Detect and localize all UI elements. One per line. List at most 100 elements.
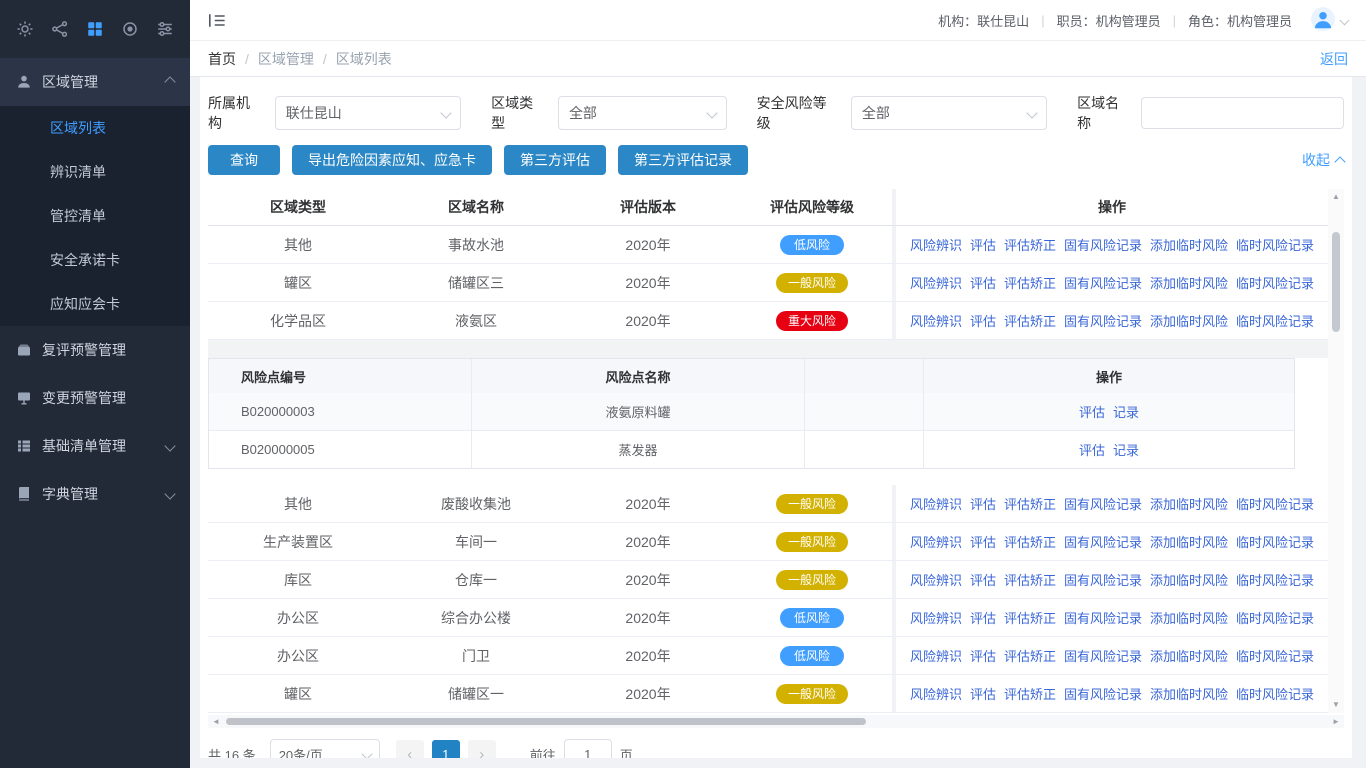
- operation-link[interactable]: 添加临时风险: [1150, 646, 1228, 665]
- goto-page-input[interactable]: [564, 739, 612, 758]
- next-page-button[interactable]: ›: [468, 740, 496, 758]
- operation-link[interactable]: 添加临时风险: [1150, 684, 1228, 703]
- operation-link[interactable]: 评估矫正: [1004, 311, 1056, 330]
- operation-link[interactable]: 固有风险记录: [1064, 646, 1142, 665]
- sidebar-subitem[interactable]: 应知应会卡: [0, 282, 190, 326]
- export-button[interactable]: 导出危险因素应知、应急卡: [292, 145, 492, 175]
- operation-link[interactable]: 添加临时风险: [1150, 273, 1228, 292]
- operation-link[interactable]: 评估: [970, 646, 996, 665]
- operation-link[interactable]: 评估矫正: [1004, 273, 1056, 292]
- operation-link[interactable]: 风险辨识: [910, 570, 962, 589]
- sidebar-item-0[interactable]: 区域管理: [0, 58, 190, 106]
- operation-link[interactable]: 评估矫正: [1004, 570, 1056, 589]
- operation-link[interactable]: 风险辨识: [910, 273, 962, 292]
- operation-link[interactable]: 添加临时风险: [1150, 311, 1228, 330]
- third-party-records-button[interactable]: 第三方评估记录: [618, 145, 748, 175]
- operation-link[interactable]: 固有风险记录: [1064, 494, 1142, 513]
- operation-link[interactable]: 风险辨识: [910, 311, 962, 330]
- sidebar-subitem[interactable]: 管控清单: [0, 194, 190, 238]
- breadcrumb-home[interactable]: 首页: [208, 49, 236, 69]
- operation-link[interactable]: 评估: [970, 532, 996, 551]
- operation-link[interactable]: 评估矫正: [1004, 608, 1056, 627]
- operation-link[interactable]: 评估: [1079, 440, 1105, 459]
- operation-link[interactable]: 评估: [970, 684, 996, 703]
- operation-link[interactable]: 评估矫正: [1004, 494, 1056, 513]
- operation-link[interactable]: 临时风险记录: [1236, 235, 1314, 254]
- scroll-right-arrow-icon[interactable]: ►: [1328, 717, 1344, 726]
- operation-link[interactable]: 固有风险记录: [1064, 684, 1142, 703]
- operation-link[interactable]: 临时风险记录: [1236, 273, 1314, 292]
- sidebar-subitem[interactable]: 辨识清单: [0, 150, 190, 194]
- scroll-left-arrow-icon[interactable]: ◄: [208, 717, 224, 726]
- operation-link[interactable]: 添加临时风险: [1150, 608, 1228, 627]
- sidebar-toggle-icon[interactable]: [208, 13, 226, 28]
- sidebar-item-4[interactable]: 字典管理: [0, 470, 190, 518]
- operation-link[interactable]: 评估: [970, 235, 996, 254]
- operation-link[interactable]: 固有风险记录: [1064, 608, 1142, 627]
- operation-link[interactable]: 评估: [970, 494, 996, 513]
- operation-link[interactable]: 添加临时风险: [1150, 235, 1228, 254]
- operation-link[interactable]: 添加临时风险: [1150, 532, 1228, 551]
- back-link[interactable]: 返回: [1320, 49, 1348, 69]
- operation-link[interactable]: 评估: [970, 570, 996, 589]
- target-icon[interactable]: [121, 20, 139, 38]
- scroll-up-arrow-icon[interactable]: ▲: [1332, 192, 1340, 202]
- sidebar-subitem[interactable]: 安全承诺卡: [0, 238, 190, 282]
- operation-link[interactable]: 固有风险记录: [1064, 570, 1142, 589]
- gear-icon[interactable]: [16, 20, 34, 38]
- user-menu[interactable]: [1310, 6, 1348, 35]
- operation-link[interactable]: 评估矫正: [1004, 684, 1056, 703]
- horizontal-scroll-track[interactable]: [224, 717, 1328, 726]
- operation-link[interactable]: 临时风险记录: [1236, 311, 1314, 330]
- operation-link[interactable]: 临时风险记录: [1236, 494, 1314, 513]
- query-button[interactable]: 查询: [208, 145, 280, 175]
- operation-link[interactable]: 风险辨识: [910, 608, 962, 627]
- operation-link[interactable]: 风险辨识: [910, 646, 962, 665]
- operation-link[interactable]: 记录: [1113, 440, 1139, 459]
- third-party-assess-button[interactable]: 第三方评估: [504, 145, 606, 175]
- operation-link[interactable]: 记录: [1113, 402, 1139, 421]
- sidebar-item-1[interactable]: 复评预警管理: [0, 326, 190, 374]
- operation-link[interactable]: 风险辨识: [910, 684, 962, 703]
- operation-link[interactable]: 风险辨识: [910, 235, 962, 254]
- current-page-button[interactable]: 1: [432, 740, 460, 758]
- operation-link[interactable]: 评估: [970, 608, 996, 627]
- operation-link[interactable]: 固有风险记录: [1064, 235, 1142, 254]
- operation-link[interactable]: 风险辨识: [910, 494, 962, 513]
- operation-link[interactable]: 固有风险记录: [1064, 273, 1142, 292]
- operation-link[interactable]: 固有风险记录: [1064, 311, 1142, 330]
- operation-link[interactable]: 临时风险记录: [1236, 684, 1314, 703]
- modules-grid-icon[interactable]: [86, 20, 104, 38]
- operation-link[interactable]: 临时风险记录: [1236, 608, 1314, 627]
- org-select[interactable]: 联仕昆山: [275, 96, 461, 130]
- region-name-input[interactable]: [1141, 97, 1344, 129]
- horizontal-scrollbar[interactable]: ◄ ►: [208, 715, 1344, 728]
- horizontal-scroll-thumb[interactable]: [226, 718, 866, 725]
- operation-link[interactable]: 评估: [970, 273, 996, 292]
- vertical-scrollbar[interactable]: ▲ ▼: [1328, 189, 1344, 713]
- operation-link[interactable]: 评估矫正: [1004, 532, 1056, 551]
- operation-link[interactable]: 临时风险记录: [1236, 570, 1314, 589]
- share-icon[interactable]: [51, 20, 69, 38]
- operation-link[interactable]: 固有风险记录: [1064, 532, 1142, 551]
- vertical-scroll-thumb[interactable]: [1332, 232, 1340, 332]
- scroll-down-arrow-icon[interactable]: ▼: [1332, 700, 1340, 710]
- operation-link[interactable]: 评估: [970, 311, 996, 330]
- operation-link[interactable]: 评估: [1079, 402, 1105, 421]
- risk-level-select[interactable]: 全部: [851, 96, 1047, 130]
- region-type-select[interactable]: 全部: [558, 96, 727, 130]
- sidebar-subitem[interactable]: 区域列表: [0, 106, 190, 150]
- collapse-filters-link[interactable]: 收起: [1302, 150, 1344, 170]
- operation-link[interactable]: 临时风险记录: [1236, 646, 1314, 665]
- sliders-icon[interactable]: [156, 20, 174, 38]
- operation-link[interactable]: 临时风险记录: [1236, 532, 1314, 551]
- operation-link[interactable]: 添加临时风险: [1150, 570, 1228, 589]
- operation-link[interactable]: 评估矫正: [1004, 646, 1056, 665]
- sidebar-item-2[interactable]: 变更预警管理: [0, 374, 190, 422]
- operation-link[interactable]: 评估矫正: [1004, 235, 1056, 254]
- operation-link[interactable]: 添加临时风险: [1150, 494, 1228, 513]
- prev-page-button[interactable]: ‹: [396, 740, 424, 758]
- operation-link[interactable]: 风险辨识: [910, 532, 962, 551]
- breadcrumb-region-management[interactable]: 区域管理: [258, 49, 314, 69]
- page-size-select[interactable]: 20条/页: [270, 739, 380, 758]
